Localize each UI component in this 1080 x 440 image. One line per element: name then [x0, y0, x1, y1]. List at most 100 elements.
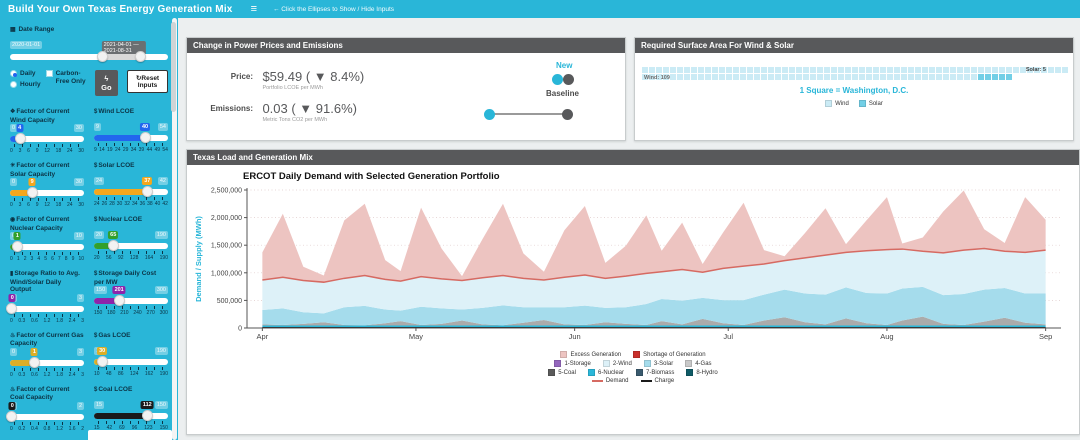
wind-square: [880, 74, 886, 80]
svg-text:2,000,000: 2,000,000: [211, 215, 242, 222]
wind-square: [852, 74, 858, 80]
sidebar-scrollbar[interactable]: [171, 18, 177, 440]
emissions-baseline-dot[interactable]: [562, 109, 573, 120]
storage-ratio-handle[interactable]: [6, 302, 18, 314]
wind-square: [922, 67, 928, 73]
carbon-free-box[interactable]: [45, 70, 53, 77]
dollar-icon: $: [94, 217, 98, 223]
storage-cost-track[interactable]: [94, 295, 168, 306]
wind-square: [733, 67, 739, 73]
wind-square: [887, 74, 893, 80]
square-scale-caption: 1 Square = Washington, D.C.: [799, 86, 909, 95]
wind-square: [803, 67, 809, 73]
slider-coal-lcoe: $Coal LCOE 15 112 150 15 42 69 96 123 150: [94, 385, 168, 431]
solar-lcoe-min: 24: [94, 177, 105, 185]
date-range-slider[interactable]: [10, 51, 168, 62]
chart-title: ERCOT Daily Demand with Selected Generat…: [243, 171, 500, 182]
solar-capacity-track[interactable]: [10, 187, 84, 198]
nuclear-lcoe-track[interactable]: [94, 240, 168, 251]
coal-capacity-handle[interactable]: [6, 410, 18, 422]
wind-lcoe-track[interactable]: [94, 132, 168, 143]
app-header: Build Your Own Texas Energy Generation M…: [0, 0, 1080, 18]
date-range-handle-start[interactable]: [96, 51, 108, 62]
chart-legend-item: Demand: [591, 378, 629, 384]
gas-lcoe-handle[interactable]: [97, 355, 109, 367]
nuclear-lcoe-handle[interactable]: [108, 240, 120, 251]
wind-square: [810, 67, 816, 73]
wind-square: [670, 67, 676, 73]
wind-square: [929, 74, 935, 80]
radio-hourly[interactable]: Hourly: [10, 81, 41, 88]
reset-inputs-button[interactable]: ↻Reset Inputs: [127, 70, 168, 93]
chart-legend-item: Excess Generation: [560, 351, 621, 358]
wind-square: [1013, 67, 1019, 73]
gas-lcoe-track[interactable]: [94, 355, 168, 367]
nuclear-lcoe-value: 65: [108, 231, 119, 239]
wind-square: [768, 67, 774, 73]
radio-daily-dot[interactable]: [10, 70, 17, 77]
load-generation-panel: Texas Load and Generation Mix ERCOT Dail…: [186, 149, 1080, 435]
radio-hourly-dot[interactable]: [10, 81, 17, 88]
gas-capacity-handle[interactable]: [29, 356, 41, 368]
wind-square: [712, 67, 718, 73]
chart-legend-item: 1-Storage: [554, 360, 591, 367]
wind-square: [817, 67, 823, 73]
coal-capacity-track[interactable]: [6, 410, 84, 422]
hamburger-menu-icon[interactable]: ≡: [251, 3, 257, 15]
solar-capacity-handle[interactable]: [27, 187, 39, 198]
wind-square: [719, 67, 725, 73]
new-vs-baseline-dumbbell: New Baseline: [472, 61, 642, 133]
inputs-sidebar: ▦ Date Range 2020-01-01 2021-04-01 — 202…: [0, 18, 178, 440]
wind-lcoe-min: 9: [94, 123, 102, 131]
solar-square: [978, 74, 984, 80]
slider-nuclear-capacity: ◉Factor of Current Nuclear Capacity01100…: [10, 216, 84, 262]
storage-ratio-track[interactable]: [6, 302, 84, 314]
wind-square: [943, 67, 949, 73]
carbon-free-checkbox[interactable]: Carbon-Free Only: [45, 70, 90, 85]
wind-square: [859, 67, 865, 73]
wind-square: [747, 67, 753, 73]
slider-gas-capacity: ♨Factor of Current Gas Capacity 0 1 3 0 0.3 0.…: [10, 331, 84, 378]
area-legend-item: Solar: [858, 100, 883, 107]
storage-cost-handle[interactable]: [114, 295, 126, 306]
wind-square: [978, 67, 984, 73]
slider-solar-capacity: ☀Factor of Current Solar Capacity 0 9 30 0 3 6…: [10, 162, 84, 208]
wind-square: [684, 74, 690, 80]
solar-capacity-value: 9: [28, 178, 36, 186]
ercot-demand-chart[interactable]: 0 500,000 1,000,000 1,500,000 2,000,000 2,500…: [191, 182, 1075, 344]
date-range-handle-end[interactable]: [134, 51, 146, 62]
solar-lcoe-handle[interactable]: [142, 186, 154, 197]
gas-capacity-track[interactable]: [10, 356, 84, 368]
price-new-dot[interactable]: [552, 74, 563, 85]
wind-lcoe-handle[interactable]: [140, 132, 152, 143]
surface-area-grid: Wind: 109 Solar: 5: [642, 67, 1068, 81]
solar-square: [985, 74, 991, 80]
nuclear-capacity-track[interactable]: [10, 241, 84, 252]
price-emissions-panel: Change in Power Prices and Emissions Pri…: [186, 37, 626, 141]
coal-capacity-max: 2: [76, 401, 84, 410]
gas-lcoe-max: 190: [154, 346, 168, 355]
chart-legend-item: 4-Gas: [685, 360, 712, 367]
solar-lcoe-value: 37: [142, 177, 153, 185]
coal-lcoe-handle[interactable]: [142, 409, 154, 421]
wind-square: [838, 67, 844, 73]
coal-lcoe-track[interactable]: [94, 409, 168, 421]
wind-capacity-track[interactable]: [10, 133, 84, 144]
wind-square: [929, 67, 935, 73]
wind-square: [698, 67, 704, 73]
radio-daily[interactable]: Daily: [10, 70, 41, 77]
dollar-icon: $: [94, 163, 98, 169]
wind-square: [908, 74, 914, 80]
go-button[interactable]: ϟ Go: [94, 70, 119, 96]
emissions-new-dot[interactable]: [484, 109, 495, 120]
solar-lcoe-track[interactable]: [94, 186, 168, 197]
price-subtext: Portfolio LCOE per MWh: [262, 85, 323, 91]
wind-square: [649, 67, 655, 73]
wind-square: [1055, 67, 1061, 73]
svg-text:1,000,000: 1,000,000: [211, 270, 242, 277]
wind-capacity-handle[interactable]: [14, 133, 26, 144]
area-legend: Wind Solar: [642, 100, 1066, 107]
wind-square: [894, 74, 900, 80]
price-baseline-dot[interactable]: [563, 74, 574, 85]
nuclear-capacity-handle[interactable]: [12, 241, 24, 252]
